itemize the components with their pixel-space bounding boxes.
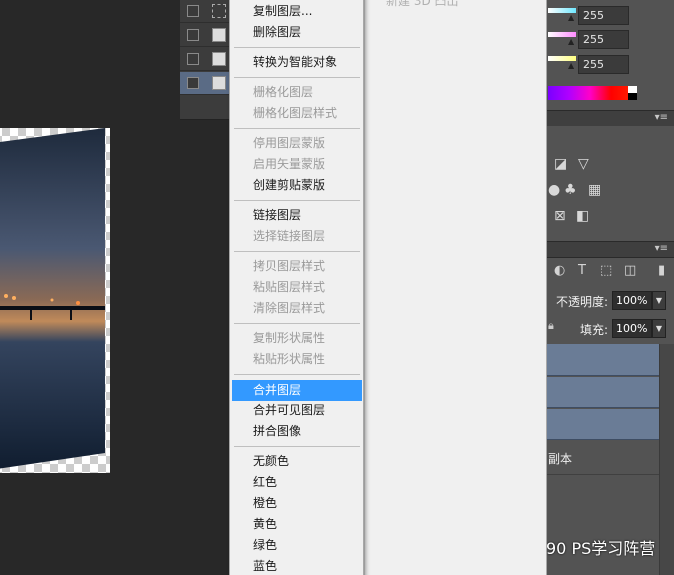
layer-name[interactable]: 副本	[548, 450, 572, 467]
selection-thumb-icon	[212, 4, 226, 18]
menu-item-orange[interactable]: 橙色	[232, 493, 362, 514]
menu-item-duplicate-layer[interactable]: 复制图层...	[232, 1, 362, 22]
smart-object-filter-icon[interactable]: ◫	[624, 263, 636, 278]
slider-thumb-icon[interactable]: ▲	[568, 13, 574, 22]
invert-icon[interactable]: ⊠	[554, 208, 566, 224]
layer-item[interactable]	[546, 409, 659, 440]
menu-separator	[234, 446, 360, 447]
menu-item-merge-visible[interactable]: 合并可见图层	[232, 400, 362, 421]
menu-separator	[234, 128, 360, 129]
fill-input[interactable]: 100%	[612, 319, 652, 338]
adjustment-filter-icon[interactable]: ◐	[554, 263, 565, 278]
layer-item[interactable]	[546, 344, 659, 376]
menu-separator	[234, 323, 360, 324]
menu-item-create-clipping-mask[interactable]: 创建剪贴蒙版	[232, 175, 362, 196]
menu-item-red[interactable]: 红色	[232, 472, 362, 493]
fill-row: 🔒︎ 填充: 100% ▼	[546, 315, 674, 343]
fill-label: 填充:	[580, 323, 609, 337]
menu-item-paste-shape-attributes[interactable]: 粘贴形状属性	[232, 349, 362, 370]
layers-panel-header: ▾≡	[546, 241, 674, 258]
color-lookup-icon[interactable]: ▦	[588, 182, 601, 198]
lock-icon[interactable]: 🔒︎	[548, 319, 554, 333]
gradient-map-icon[interactable]: ▽	[578, 156, 589, 172]
menu-item-merge-layers[interactable]: 合并图层	[232, 380, 362, 401]
color-spectrum[interactable]	[548, 86, 632, 100]
menu-item-copy-layer-style[interactable]: 拷贝图层样式	[232, 256, 362, 277]
visibility-checkbox[interactable]	[187, 5, 199, 17]
document-thumb-icon	[212, 76, 226, 90]
document-thumb-icon	[212, 52, 226, 66]
menu-separator	[234, 251, 360, 252]
layers-list-fragment	[180, 0, 232, 120]
slider-thumb-icon[interactable]: ▲	[568, 61, 574, 70]
menu-extension-panel	[364, 0, 547, 575]
color-value-1[interactable]: 255	[578, 6, 629, 25]
slider-thumb-icon[interactable]: ▲	[568, 37, 574, 46]
menu-separator	[234, 77, 360, 78]
opacity-input[interactable]: 100%	[612, 291, 652, 310]
white-swatch[interactable]	[628, 86, 637, 93]
layer-item[interactable]	[546, 377, 659, 408]
menu-item-copy-shape-attributes[interactable]: 复制形状属性	[232, 328, 362, 349]
type-filter-icon[interactable]: T	[578, 263, 586, 278]
menu-item-flatten-image[interactable]: 拼合图像	[232, 421, 362, 442]
menu-item-enable-vector-mask[interactable]: 启用矢量蒙版	[232, 154, 362, 175]
opacity-row: 不透明度: 100% ▼	[546, 287, 674, 315]
menu-item-rasterize-layer-style[interactable]: 栅格化图层样式	[232, 103, 362, 124]
threshold-icon[interactable]: ◧	[576, 208, 589, 224]
menu-item-no-color[interactable]: 无颜色	[232, 451, 362, 472]
menu-item-clear-layer-style[interactable]: 清除图层样式	[232, 298, 362, 319]
document-thumb-icon	[212, 28, 226, 42]
layer-context-menu: 复制图层... 删除图层 转换为智能对象 栅格化图层 栅格化图层样式 停用图层蒙…	[229, 0, 364, 575]
layers-scrollbar[interactable]	[659, 344, 674, 575]
visibility-checkbox[interactable]	[187, 77, 199, 89]
menu-separator	[234, 374, 360, 375]
adjustments-panel: ◪ ▽ ● ♣ ▦ ⊠ ◧	[546, 126, 674, 242]
menu-item-green[interactable]: 绿色	[232, 535, 362, 556]
menu-item-convert-smart-object[interactable]: 转换为智能对象	[232, 52, 362, 73]
watermark-text: 90 PS学习阵营	[546, 539, 656, 558]
layer-row[interactable]	[180, 48, 232, 71]
menu-item-disable-layer-mask[interactable]: 停用图层蒙版	[232, 133, 362, 154]
color-value-2[interactable]: 255	[578, 30, 629, 49]
photoshop-window: ▲ ▲ ▲ 255 255 255 ▾≡ ◪ ▽ ● ♣ ▦ ⊠ ◧ ▾≡ ◐ …	[0, 0, 674, 575]
layer-row[interactable]	[180, 24, 232, 47]
visibility-checkbox[interactable]	[187, 53, 199, 65]
curves-icon[interactable]: ◪	[554, 156, 567, 172]
menu-item-rasterize-layer[interactable]: 栅格化图层	[232, 82, 362, 103]
panel-menu-icon[interactable]: ▾≡	[655, 112, 668, 123]
menu-item-select-linked-layers[interactable]: 选择链接图层	[232, 226, 362, 247]
menu-item-blue[interactable]: 蓝色	[232, 556, 362, 575]
color-value-3[interactable]: 255	[578, 55, 629, 74]
menu-item-link-layers[interactable]: 链接图层	[232, 205, 362, 226]
fill-dropdown-icon[interactable]: ▼	[652, 319, 666, 338]
menu-item-delete-layer[interactable]: 删除图层	[232, 22, 362, 43]
layer-row[interactable]	[180, 0, 232, 23]
panel-header: ▾≡	[546, 110, 674, 127]
black-swatch[interactable]	[628, 93, 637, 100]
menu-item-ghost: 新建 3D 凸出	[386, 0, 459, 8]
layer-row[interactable]	[180, 72, 232, 95]
canvas-image[interactable]	[0, 128, 110, 473]
hue-icon[interactable]: ●	[548, 182, 560, 198]
menu-item-yellow[interactable]: 黄色	[232, 514, 362, 535]
menu-separator	[234, 47, 360, 48]
opacity-dropdown-icon[interactable]: ▼	[652, 291, 666, 310]
menu-separator	[234, 200, 360, 201]
menu-item-paste-layer-style[interactable]: 粘贴图层样式	[232, 277, 362, 298]
layers-filter-tools: ◐ T ⬚ ◫ ▮	[546, 260, 674, 284]
channel-mixer-icon[interactable]: ♣	[564, 182, 577, 198]
shape-filter-icon[interactable]: ⬚	[600, 263, 612, 278]
visibility-checkbox[interactable]	[187, 29, 199, 41]
opacity-label: 不透明度:	[556, 295, 609, 309]
panel-menu-icon[interactable]: ▾≡	[655, 243, 668, 254]
filter-toggle-icon[interactable]: ▮	[658, 263, 665, 278]
